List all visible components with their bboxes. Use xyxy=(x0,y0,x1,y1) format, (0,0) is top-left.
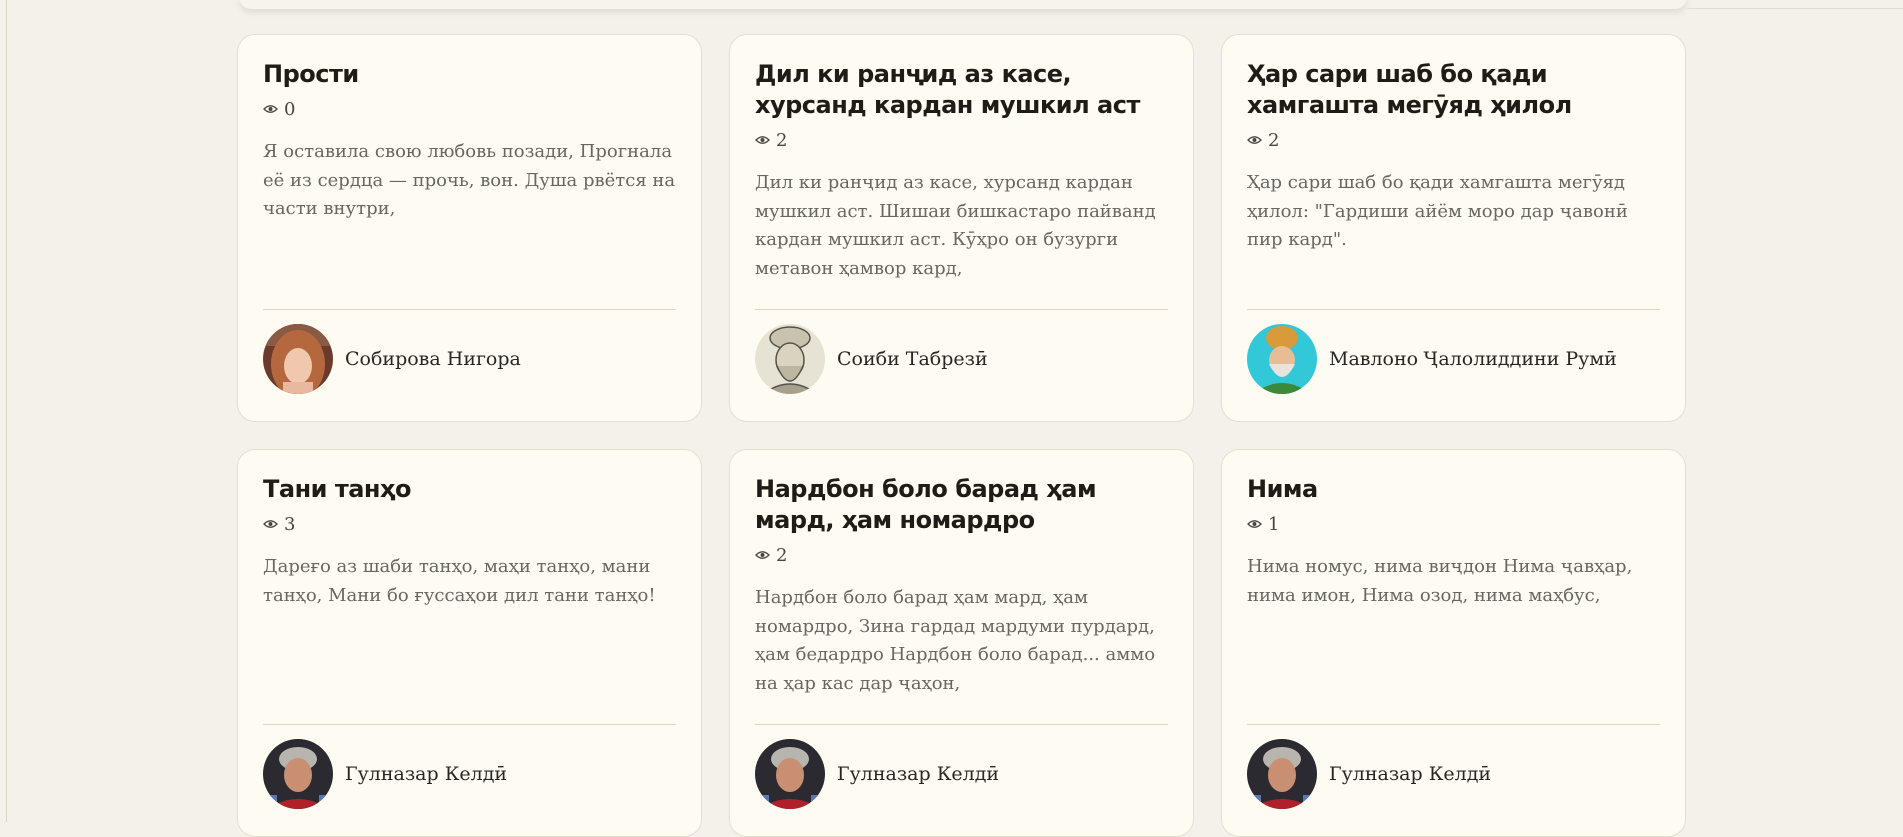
view-count: 2 xyxy=(755,544,1168,566)
author-name[interactable]: Соиби Табрезӣ xyxy=(837,348,988,370)
poem-title[interactable]: Дил ки ранҷид аз касе, хурсанд кардан му… xyxy=(755,59,1168,121)
author-avatar[interactable] xyxy=(755,739,825,809)
poem-title[interactable]: Ҳар сари шаб бо қади хамгашта мегӯяд ҳил… xyxy=(1247,59,1660,121)
author-avatar[interactable] xyxy=(755,324,825,394)
author-avatar[interactable] xyxy=(1247,739,1317,809)
view-count: 0 xyxy=(263,98,676,120)
poem-excerpt: Нима номус, нима виҷдон Нима ҷавҳар, ним… xyxy=(1247,556,1633,606)
author-avatar[interactable] xyxy=(1247,324,1317,394)
eye-icon xyxy=(263,104,278,114)
view-count-value: 2 xyxy=(776,129,788,151)
poem-excerpt: Нардбон боло барад ҳам мард, ҳам номардр… xyxy=(755,587,1156,694)
poem-title[interactable]: Прости xyxy=(263,59,676,90)
poem-excerpt: Ҳар сари шаб бо қади хамгашта мегӯяд ҳил… xyxy=(1247,172,1628,250)
poem-grid: Прости 0 Я оставила свою любовь позади, … xyxy=(237,34,1686,837)
poem-card[interactable]: Нардбон боло барад ҳам мард, ҳам номардр… xyxy=(729,449,1194,837)
view-count-value: 3 xyxy=(284,513,296,535)
author-avatar[interactable] xyxy=(263,324,333,394)
author-row[interactable]: Гулназар Келдӣ xyxy=(755,724,1168,809)
view-count-value: 1 xyxy=(1268,513,1280,535)
view-count-value: 2 xyxy=(776,544,788,566)
author-row[interactable]: Гулназар Келдӣ xyxy=(1247,724,1660,809)
view-count: 1 xyxy=(1247,513,1660,535)
poem-title[interactable]: Нима xyxy=(1247,474,1660,505)
eye-icon xyxy=(263,519,278,529)
poem-card[interactable]: Нима 1 Нима номус, нима виҷдон Нима ҷавҳ… xyxy=(1221,449,1686,837)
eye-icon xyxy=(1247,519,1262,529)
poem-card[interactable]: Дил ки ранҷид аз касе, хурсанд кардан му… xyxy=(729,34,1194,422)
view-count: 3 xyxy=(263,513,676,535)
author-row[interactable]: Соиби Табрезӣ xyxy=(755,309,1168,394)
author-row[interactable]: Собирова Нигора xyxy=(263,309,676,394)
poem-excerpt: Дареғо аз шаби танҳо, маҳи танҳо, мани т… xyxy=(263,556,656,606)
eye-icon xyxy=(1247,135,1262,145)
poem-title[interactable]: Нардбон боло барад ҳам мард, ҳам номардр… xyxy=(755,474,1168,536)
poem-card[interactable]: Ҳар сари шаб бо қади хамгашта мегӯяд ҳил… xyxy=(1221,34,1686,422)
poem-card[interactable]: Тани танҳо 3 Дареғо аз шаби танҳо, маҳи … xyxy=(237,449,702,837)
page-frame: Прости 0 Я оставила свою любовь позади, … xyxy=(6,0,1903,837)
header-bar xyxy=(239,0,1687,9)
poem-excerpt: Я оставила свою любовь позади, Прогнала … xyxy=(263,141,676,219)
author-name[interactable]: Гулназар Келдӣ xyxy=(1329,763,1491,785)
eye-icon xyxy=(755,135,770,145)
author-row[interactable]: Гулназар Келдӣ xyxy=(263,724,676,809)
poem-card[interactable]: Прости 0 Я оставила свою любовь позади, … xyxy=(237,34,702,422)
view-count: 2 xyxy=(1247,129,1660,151)
author-name[interactable]: Мавлоно Ҷалолиддини Румӣ xyxy=(1329,348,1617,370)
author-name[interactable]: Гулназар Келдӣ xyxy=(345,763,507,785)
author-row[interactable]: Мавлоно Ҷалолиддини Румӣ xyxy=(1247,309,1660,394)
poem-excerpt: Дил ки ранҷид аз касе, хурсанд кардан му… xyxy=(755,172,1156,279)
view-count: 2 xyxy=(755,129,1168,151)
divider xyxy=(1687,8,1903,9)
author-name[interactable]: Гулназар Келдӣ xyxy=(837,763,999,785)
eye-icon xyxy=(755,550,770,560)
poem-title[interactable]: Тани танҳо xyxy=(263,474,676,505)
view-count-value: 0 xyxy=(284,98,296,120)
author-avatar[interactable] xyxy=(263,739,333,809)
author-name[interactable]: Собирова Нигора xyxy=(345,348,521,370)
view-count-value: 2 xyxy=(1268,129,1280,151)
